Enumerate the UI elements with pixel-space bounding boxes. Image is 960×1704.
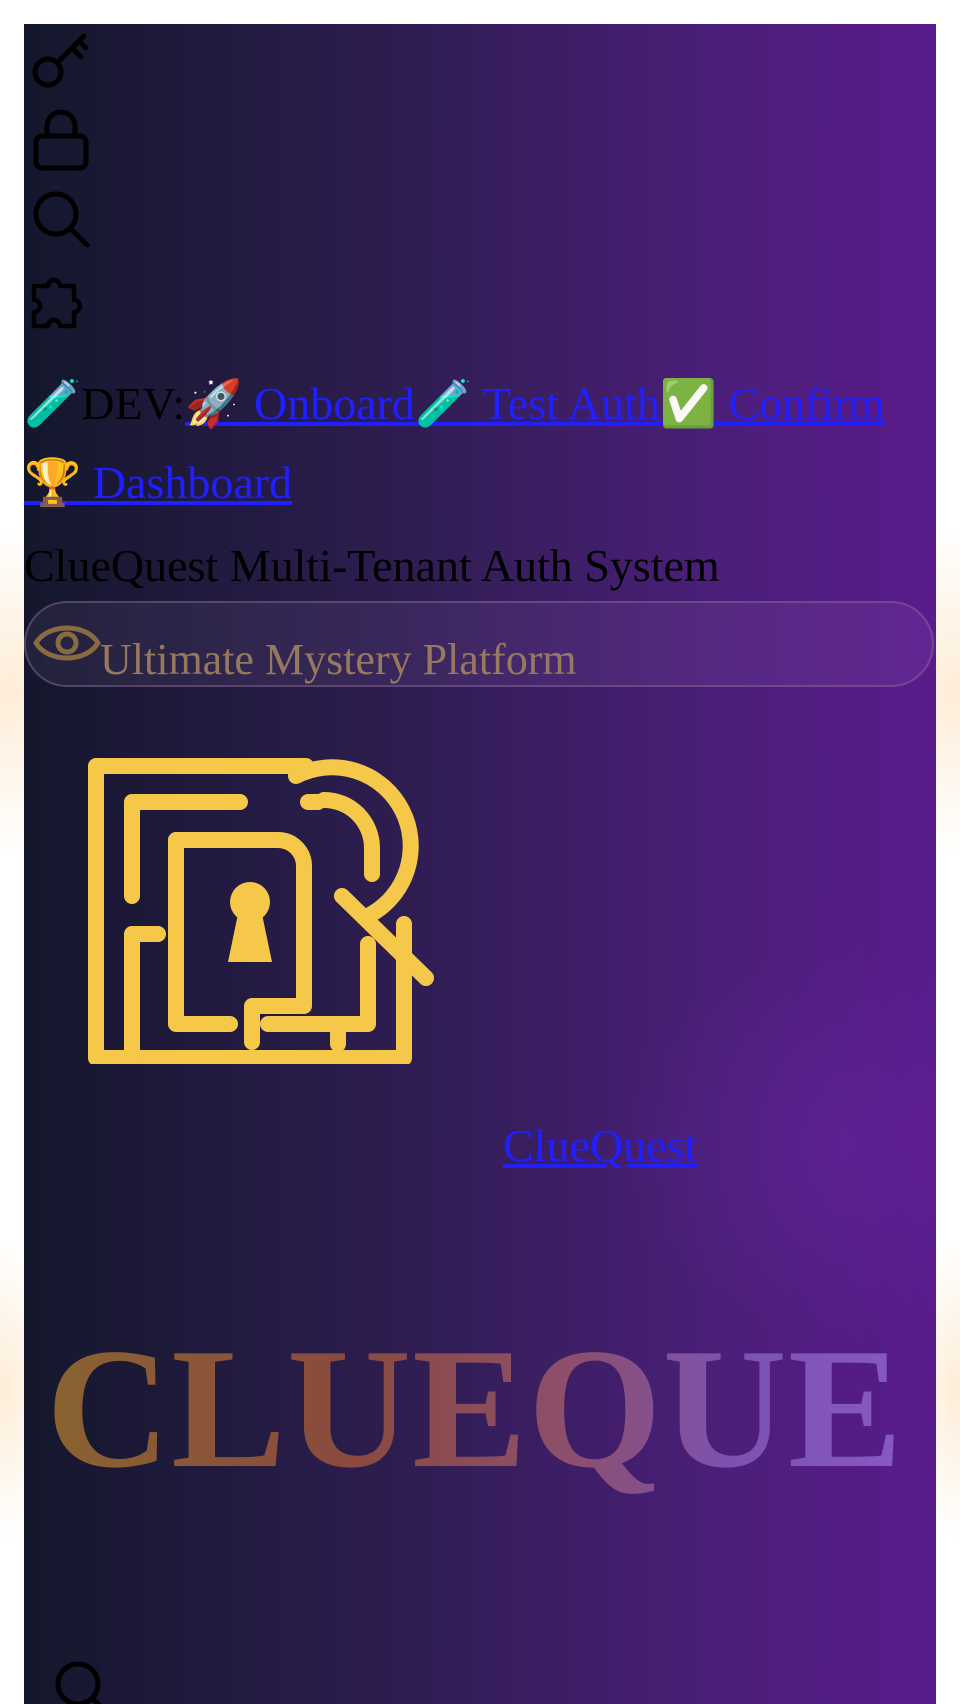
dev-label: DEV:: [81, 378, 186, 429]
trophy-icon: 🏆: [24, 455, 82, 509]
confirm-link[interactable]: ✅ Confirm: [659, 376, 885, 430]
cluequest-link[interactable]: ClueQuest: [503, 1118, 697, 1174]
hero-brand-text: CLUEQUE: [46, 1309, 904, 1509]
eye-icon: [32, 613, 102, 678]
platform-tagline: Ultimate Mystery Platform: [100, 635, 577, 684]
lock-icon: [26, 104, 96, 174]
test-tube-icon: 🧪: [414, 376, 473, 430]
platform-badge: Ultimate Mystery Platform: [24, 601, 934, 687]
search-icon: [50, 1656, 114, 1704]
rocket-icon: 🚀: [185, 376, 243, 430]
dashboard-link[interactable]: 🏆 Dashboard: [24, 455, 292, 509]
search-icon: [26, 184, 96, 254]
test-tube-icon: 🧪: [24, 376, 82, 430]
auth-panel: 🧪DEV:🚀 Onboard🧪 Test Auth✅ Confirm🏆 Dash…: [24, 24, 936, 1704]
onboard-link[interactable]: 🚀 Onboard: [185, 376, 415, 430]
puzzle-icon: [26, 266, 96, 336]
dev-nav: 🧪DEV:🚀 Onboard🧪 Test Auth✅ Confirm🏆 Dash…: [24, 364, 936, 522]
check-mark-icon: ✅: [659, 376, 718, 430]
system-title: ClueQuest Multi-Tenant Auth System: [24, 540, 720, 591]
key-icon: [26, 26, 96, 96]
maze-keyhole-magnifier-logo: [88, 724, 468, 1069]
test-auth-link[interactable]: 🧪 Test Auth: [414, 376, 660, 430]
